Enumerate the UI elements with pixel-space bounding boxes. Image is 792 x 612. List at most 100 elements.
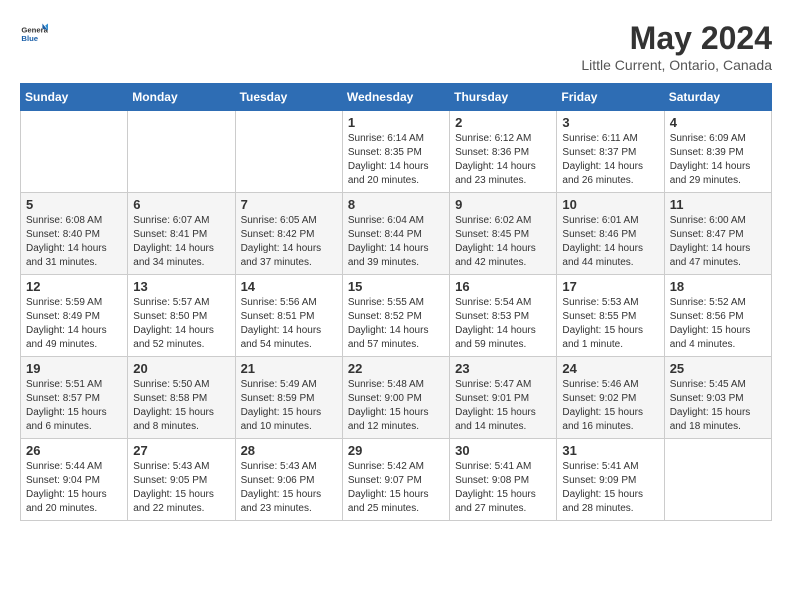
day-number: 6 [133,197,229,212]
day-info: Sunrise: 5:41 AM Sunset: 9:09 PM Dayligh… [562,460,658,516]
calendar-cell: 13 Sunrise: 5:57 AM Sunset: 8:50 PM Dayli… [128,275,235,357]
day-number: 28 [241,443,337,458]
calendar-cell: 1 Sunrise: 6:14 AM Sunset: 8:35 PM Daylig… [342,111,449,193]
day-number: 8 [348,197,444,212]
day-number: 20 [133,361,229,376]
calendar-cell: 21 Sunrise: 5:49 AM Sunset: 8:59 PM Dayli… [235,357,342,439]
week-row-3: 19 Sunrise: 5:51 AM Sunset: 8:57 PM Dayli… [21,357,772,439]
week-row-0: 1 Sunrise: 6:14 AM Sunset: 8:35 PM Daylig… [21,111,772,193]
weekday-header-saturday: Saturday [664,84,771,111]
calendar-cell: 10Sunrise: 6:01 AM Sunset: 8:46 PM Dayli… [557,193,664,275]
day-info: Sunrise: 5:57 AM Sunset: 8:50 PM Dayligh… [133,296,229,352]
calendar-cell: 6 Sunrise: 6:07 AM Sunset: 8:41 PM Daylig… [128,193,235,275]
day-number: 31 [562,443,658,458]
weekday-header-friday: Friday [557,84,664,111]
day-number: 12 [26,279,122,294]
calendar-cell: 17Sunrise: 5:53 AM Sunset: 8:55 PM Dayli… [557,275,664,357]
logo: General Blue [20,20,48,48]
calendar-cell: 27Sunrise: 5:43 AM Sunset: 9:05 PM Dayli… [128,439,235,521]
day-number: 30 [455,443,551,458]
month-title: May 2024 [581,20,772,57]
day-info: Sunrise: 5:50 AM Sunset: 8:58 PM Dayligh… [133,378,229,434]
calendar-cell [128,111,235,193]
weekday-header-monday: Monday [128,84,235,111]
day-info: Sunrise: 5:56 AM Sunset: 8:51 PM Dayligh… [241,296,337,352]
calendar-cell: 29Sunrise: 5:42 AM Sunset: 9:07 PM Dayli… [342,439,449,521]
day-number: 1 [348,115,444,130]
weekday-header-sunday: Sunday [21,84,128,111]
week-row-1: 5Sunrise: 6:08 AM Sunset: 8:40 PM Daylig… [21,193,772,275]
week-row-2: 12 Sunrise: 5:59 AM Sunset: 8:49 PM Dayli… [21,275,772,357]
day-info: Sunrise: 6:07 AM Sunset: 8:41 PM Dayligh… [133,214,229,270]
day-info: Sunrise: 5:59 AM Sunset: 8:49 PM Dayligh… [26,296,122,352]
day-number: 2 [455,115,551,130]
calendar-cell: 16 Sunrise: 5:54 AM Sunset: 8:53 PM Dayli… [450,275,557,357]
day-info: Sunrise: 5:41 AM Sunset: 9:08 PM Dayligh… [455,460,551,516]
day-info: Sunrise: 5:47 AM Sunset: 9:01 PM Dayligh… [455,378,551,434]
calendar-cell: 11 Sunrise: 6:00 AM Sunset: 8:47 PM Dayli… [664,193,771,275]
day-info: Sunrise: 5:55 AM Sunset: 8:52 PM Dayligh… [348,296,444,352]
day-info: Sunrise: 6:14 AM Sunset: 8:35 PM Dayligh… [348,132,444,188]
day-number: 4 [670,115,766,130]
calendar-cell: 15Sunrise: 5:55 AM Sunset: 8:52 PM Dayli… [342,275,449,357]
day-info: Sunrise: 5:53 AM Sunset: 8:55 PM Dayligh… [562,296,658,352]
weekday-header-row: SundayMondayTuesdayWednesdayThursdayFrid… [21,84,772,111]
day-info: Sunrise: 5:48 AM Sunset: 9:00 PM Dayligh… [348,378,444,434]
calendar-cell [235,111,342,193]
day-number: 26 [26,443,122,458]
calendar-cell: 18Sunrise: 5:52 AM Sunset: 8:56 PM Dayli… [664,275,771,357]
calendar-cell [664,439,771,521]
day-number: 16 [455,279,551,294]
calendar-cell: 7Sunrise: 6:05 AM Sunset: 8:42 PM Daylig… [235,193,342,275]
day-number: 19 [26,361,122,376]
day-number: 25 [670,361,766,376]
weekday-header-wednesday: Wednesday [342,84,449,111]
day-info: Sunrise: 5:46 AM Sunset: 9:02 PM Dayligh… [562,378,658,434]
day-number: 27 [133,443,229,458]
calendar-table: SundayMondayTuesdayWednesdayThursdayFrid… [20,83,772,521]
location: Little Current, Ontario, Canada [581,57,772,73]
day-info: Sunrise: 5:52 AM Sunset: 8:56 PM Dayligh… [670,296,766,352]
weekday-header-tuesday: Tuesday [235,84,342,111]
calendar-cell: 3Sunrise: 6:11 AM Sunset: 8:37 PM Daylig… [557,111,664,193]
day-info: Sunrise: 5:49 AM Sunset: 8:59 PM Dayligh… [241,378,337,434]
title-block: May 2024 Little Current, Ontario, Canada [581,20,772,73]
calendar-cell: 30 Sunrise: 5:41 AM Sunset: 9:08 PM Dayli… [450,439,557,521]
day-info: Sunrise: 5:54 AM Sunset: 8:53 PM Dayligh… [455,296,551,352]
day-info: Sunrise: 6:00 AM Sunset: 8:47 PM Dayligh… [670,214,766,270]
calendar-cell: 24Sunrise: 5:46 AM Sunset: 9:02 PM Dayli… [557,357,664,439]
calendar-cell: 23 Sunrise: 5:47 AM Sunset: 9:01 PM Dayli… [450,357,557,439]
calendar-cell: 14 Sunrise: 5:56 AM Sunset: 8:51 PM Dayli… [235,275,342,357]
calendar-cell: 2Sunrise: 6:12 AM Sunset: 8:36 PM Daylig… [450,111,557,193]
week-row-4: 26 Sunrise: 5:44 AM Sunset: 9:04 PM Dayli… [21,439,772,521]
day-info: Sunrise: 5:51 AM Sunset: 8:57 PM Dayligh… [26,378,122,434]
day-info: Sunrise: 6:01 AM Sunset: 8:46 PM Dayligh… [562,214,658,270]
day-info: Sunrise: 6:11 AM Sunset: 8:37 PM Dayligh… [562,132,658,188]
day-info: Sunrise: 6:04 AM Sunset: 8:44 PM Dayligh… [348,214,444,270]
day-number: 29 [348,443,444,458]
calendar-cell: 5Sunrise: 6:08 AM Sunset: 8:40 PM Daylig… [21,193,128,275]
calendar-cell: 12 Sunrise: 5:59 AM Sunset: 8:49 PM Dayli… [21,275,128,357]
day-number: 23 [455,361,551,376]
calendar-cell: 25Sunrise: 5:45 AM Sunset: 9:03 PM Dayli… [664,357,771,439]
day-info: Sunrise: 5:43 AM Sunset: 9:06 PM Dayligh… [241,460,337,516]
svg-text:Blue: Blue [21,34,38,43]
day-number: 13 [133,279,229,294]
calendar-cell: 20 Sunrise: 5:50 AM Sunset: 8:58 PM Dayli… [128,357,235,439]
day-number: 9 [455,197,551,212]
calendar-cell: 4Sunrise: 6:09 AM Sunset: 8:39 PM Daylig… [664,111,771,193]
day-number: 11 [670,197,766,212]
logo-icon: General Blue [20,20,48,48]
day-number: 22 [348,361,444,376]
weekday-header-thursday: Thursday [450,84,557,111]
day-number: 21 [241,361,337,376]
calendar-cell [21,111,128,193]
day-number: 14 [241,279,337,294]
calendar-cell: 9Sunrise: 6:02 AM Sunset: 8:45 PM Daylig… [450,193,557,275]
day-number: 7 [241,197,337,212]
day-info: Sunrise: 6:08 AM Sunset: 8:40 PM Dayligh… [26,214,122,270]
calendar-cell: 19 Sunrise: 5:51 AM Sunset: 8:57 PM Dayli… [21,357,128,439]
calendar-cell: 28 Sunrise: 5:43 AM Sunset: 9:06 PM Dayli… [235,439,342,521]
day-info: Sunrise: 5:44 AM Sunset: 9:04 PM Dayligh… [26,460,122,516]
calendar-cell: 22 Sunrise: 5:48 AM Sunset: 9:00 PM Dayli… [342,357,449,439]
